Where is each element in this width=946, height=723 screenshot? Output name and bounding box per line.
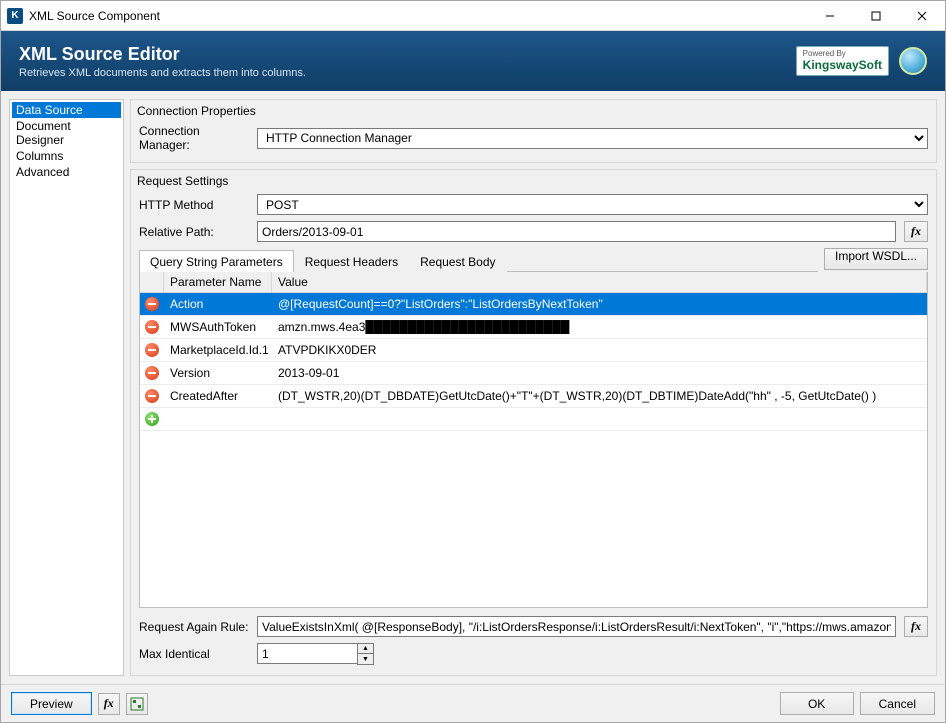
tab-request-body[interactable]: Request Body [409,250,506,272]
param-value[interactable]: amzn.mws.4ea3████████████████████████ [272,320,927,334]
param-name[interactable]: Action [164,297,272,311]
request-settings-title: Request Settings [137,174,928,188]
http-method-select[interactable]: POST [257,194,928,215]
table-row-new[interactable] [140,408,927,431]
page-title: XML Source Editor [19,44,796,65]
param-value[interactable]: (DT_WSTR,20)(DT_DBDATE)GetUtcDate()+"T"+… [272,389,927,403]
sidebar-item-data-source[interactable]: Data Source [12,102,121,118]
delete-row-icon[interactable] [145,343,159,357]
param-value[interactable]: 2013-09-01 [272,366,927,380]
param-name[interactable]: MWSAuthToken [164,320,272,334]
delete-row-icon[interactable] [145,389,159,403]
grid-header-name: Parameter Name [164,272,272,292]
relative-path-fx-button[interactable]: fx [904,221,928,242]
table-row[interactable]: MWSAuthToken amzn.mws.4ea3██████████████… [140,316,927,339]
grid-header-value: Value [272,272,927,292]
connection-properties-group: Connection Properties Connection Manager… [130,99,937,163]
connection-manager-label: Connection Manager: [139,124,249,152]
maximize-button[interactable] [853,1,899,30]
window: K XML Source Component XML Source Editor… [0,0,946,723]
app-icon: K [7,8,23,24]
titlebar: K XML Source Component [1,1,945,31]
param-name[interactable]: CreatedAfter [164,389,272,403]
grid-body[interactable]: Action @[RequestCount]==0?"ListOrders":"… [140,293,927,607]
relative-path-input[interactable] [257,221,896,242]
mapping-tool-icon[interactable] [126,693,148,715]
sidebar-item-columns[interactable]: Columns [12,148,121,164]
cancel-button[interactable]: Cancel [860,692,935,715]
minimize-button[interactable] [807,1,853,30]
max-identical-spinner[interactable]: ▲ ▼ [257,643,374,665]
main: Connection Properties Connection Manager… [130,99,937,676]
request-again-rule-label: Request Again Rule: [139,620,249,634]
window-title: XML Source Component [29,9,807,23]
close-button[interactable] [899,1,945,30]
max-identical-input[interactable] [257,643,357,664]
sidebar-item-document-designer[interactable]: Document Designer [12,118,121,148]
tab-query-string-parameters[interactable]: Query String Parameters [139,250,294,272]
request-settings-group: Request Settings HTTP Method POST Relati… [130,169,937,676]
sidebar-item-advanced[interactable]: Advanced [12,164,121,180]
delete-row-icon[interactable] [145,366,159,380]
spinner-up-icon[interactable]: ▲ [358,644,373,654]
preview-button[interactable]: Preview [11,692,92,715]
page-subtitle: Retrieves XML documents and extracts the… [19,67,796,79]
table-row[interactable]: MarketplaceId.Id.1 ATVPDKIKX0DER [140,339,927,362]
grid-header: Parameter Name Value [140,272,927,293]
delete-row-icon[interactable] [145,320,159,334]
http-method-label: HTTP Method [139,198,249,212]
request-again-rule-input[interactable] [257,616,896,637]
parameters-grid: Parameter Name Value Action @[RequestCou… [139,272,928,608]
table-row[interactable]: Action @[RequestCount]==0?"ListOrders":"… [140,293,927,316]
request-tabs: Query String Parameters Request Headers … [139,250,818,272]
body: Data Source Document Designer Columns Ad… [1,91,945,684]
ok-button[interactable]: OK [780,692,854,715]
sidebar: Data Source Document Designer Columns Ad… [9,99,124,676]
delete-row-icon[interactable] [145,297,159,311]
connection-manager-select[interactable]: HTTP Connection Manager [257,128,928,149]
header: XML Source Editor Retrieves XML document… [1,31,945,91]
expression-tool-icon[interactable]: fx [98,693,120,715]
table-row[interactable]: Version 2013-09-01 [140,362,927,385]
globe-icon [899,47,927,75]
connection-properties-title: Connection Properties [137,104,928,118]
param-name[interactable]: MarketplaceId.Id.1 [164,343,272,357]
footer: Preview fx OK Cancel [1,684,945,722]
add-row-icon[interactable] [145,412,159,426]
tab-request-headers[interactable]: Request Headers [294,250,409,272]
grid-header-icon [140,272,164,292]
param-value[interactable]: @[RequestCount]==0?"ListOrders":"ListOrd… [272,297,927,311]
param-name[interactable]: Version [164,366,272,380]
spinner-down-icon[interactable]: ▼ [358,654,373,664]
request-again-fx-button[interactable]: fx [904,616,928,637]
import-wsdl-button[interactable]: Import WSDL... [824,248,928,270]
max-identical-label: Max Identical [139,647,249,661]
table-row[interactable]: CreatedAfter (DT_WSTR,20)(DT_DBDATE)GetU… [140,385,927,408]
kingswaysoft-logo: Powered By KingswaySoft [796,46,889,76]
relative-path-label: Relative Path: [139,225,249,239]
param-value[interactable]: ATVPDKIKX0DER [272,343,927,357]
